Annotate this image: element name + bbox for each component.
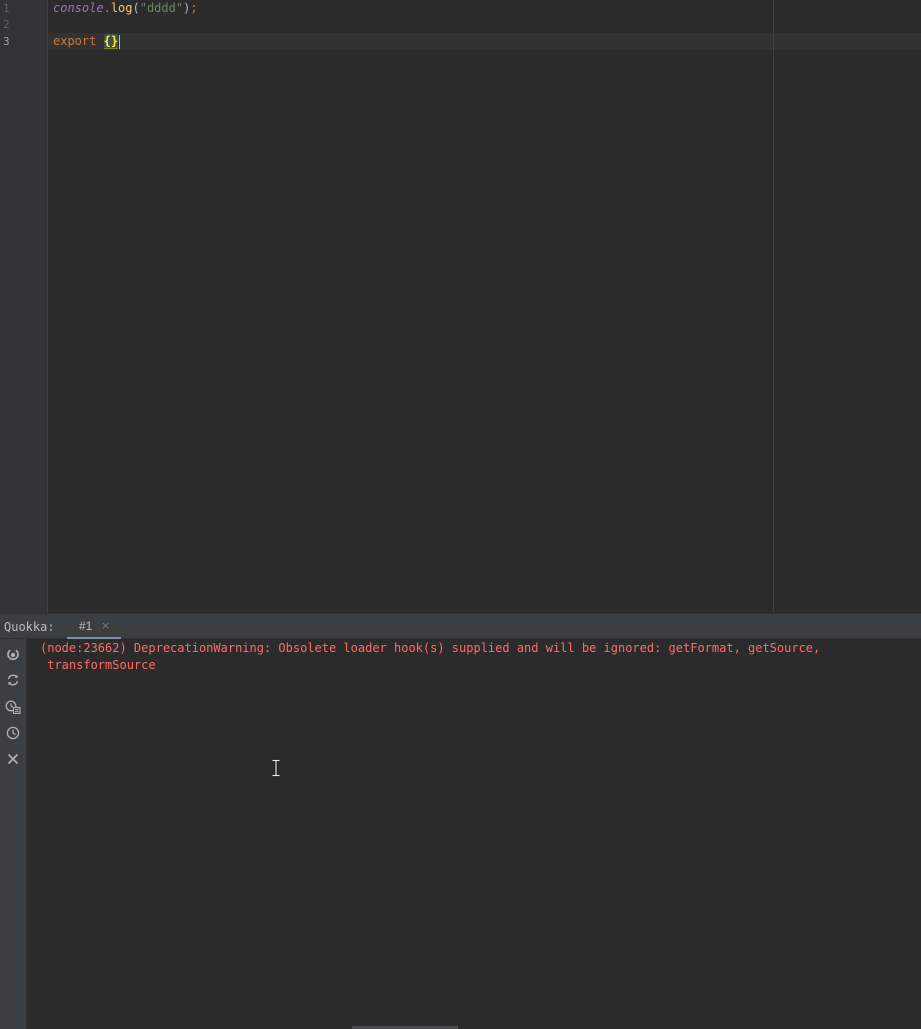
tab-label: #1	[79, 619, 93, 633]
tab-quokka-session-1[interactable]: #1 ×	[67, 614, 121, 640]
token-string: "dddd"	[139, 1, 184, 15]
line-number: 2	[3, 18, 10, 31]
history-icon[interactable]	[3, 723, 23, 743]
console-error-line: (node:23662) DeprecationWarning: Obsolet…	[40, 641, 821, 655]
current-line-highlight	[48, 33, 921, 50]
line-number: 1	[3, 2, 10, 15]
code-line-3[interactable]: export {}	[53, 33, 121, 50]
quokka-side-toolbar	[0, 639, 27, 1029]
token-keyword-export: export	[53, 34, 97, 48]
start-icon[interactable]	[3, 644, 23, 664]
text-cursor-icon	[272, 759, 280, 777]
refresh-icon[interactable]	[3, 670, 23, 690]
tab-close-icon[interactable]: ×	[101, 614, 110, 638]
coverage-icon[interactable]	[3, 697, 23, 717]
tool-window-title: Quokka:	[4, 620, 55, 634]
token-braces-matched: {}	[103, 34, 119, 49]
line-number-gutter: 1 2 3	[0, 0, 48, 613]
token-console: console	[53, 1, 104, 15]
code-editor[interactable]: 1 2 3 console.log("dddd"); export {}	[0, 0, 921, 613]
right-margin-guide	[773, 0, 774, 613]
close-icon[interactable]	[3, 749, 23, 769]
code-line-1[interactable]: console.log("dddd");	[53, 0, 198, 17]
token-method: log	[110, 1, 133, 15]
quokka-tool-window-header: Quokka: #1 ×	[0, 613, 921, 640]
token-semicolon: ;	[190, 1, 198, 15]
token-open-paren: (	[132, 1, 140, 15]
console-error-line: transformSource	[40, 658, 156, 672]
line-number-current: 3	[3, 35, 10, 48]
text-caret	[119, 34, 121, 49]
ide-window: 1 2 3 console.log("dddd"); export {} Quo…	[0, 0, 921, 1029]
token-dot: .	[103, 1, 111, 15]
quokka-console-output[interactable]: (node:23662) DeprecationWarning: Obsolet…	[27, 639, 921, 1029]
